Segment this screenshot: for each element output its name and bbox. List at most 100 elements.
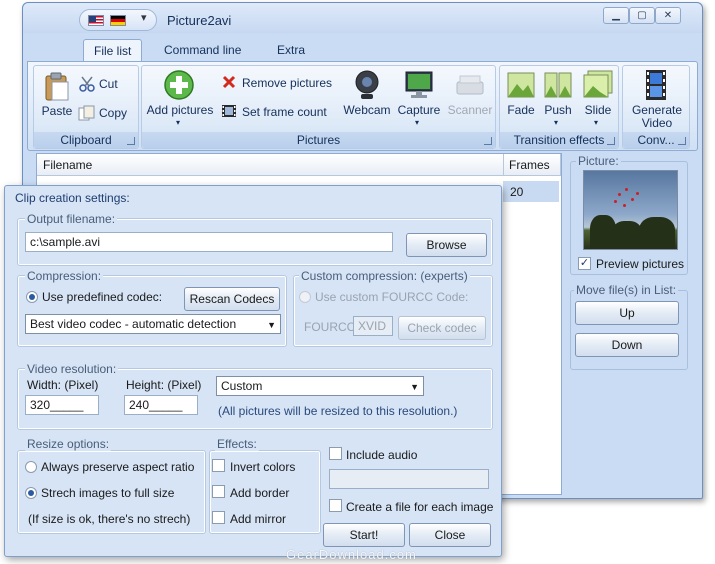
fade-button[interactable]: Fade — [503, 103, 539, 117]
film-strip-icon — [646, 70, 666, 100]
custom-fourcc-radio[interactable] — [299, 291, 311, 303]
fourcc-input[interactable]: XVID — [353, 316, 393, 336]
output-filename-input[interactable]: c:\sample.avi — [25, 232, 393, 252]
move-down-button[interactable]: Down — [575, 333, 679, 357]
include-audio-checkbox[interactable] — [329, 447, 342, 460]
copy-button[interactable]: Copy — [99, 106, 127, 120]
clipboard-label-text: Clipboard — [60, 133, 112, 147]
pictures-label-text: Pictures — [296, 133, 341, 147]
pictures-group-label: Pictures — [142, 132, 495, 148]
rescan-codecs-button[interactable]: Rescan Codecs — [184, 287, 280, 311]
slide-button[interactable]: Slide — [580, 103, 616, 117]
english-flag-icon[interactable] — [88, 15, 104, 26]
qat-dropdown-icon[interactable]: ▾ — [141, 11, 147, 24]
custom-compression-label: Custom compression: (experts) — [299, 269, 470, 283]
convert-group: Generate Video Conv... — [622, 65, 690, 149]
codec-select[interactable]: Best video codec - automatic detection ▼ — [25, 314, 281, 334]
pictures-launcher-icon[interactable] — [484, 137, 492, 145]
german-flag-icon[interactable] — [110, 15, 126, 26]
tab-command-line[interactable]: Command line — [154, 39, 251, 61]
fourcc-label: FOURCC: — [304, 320, 359, 334]
remove-pictures-button[interactable]: Remove pictures — [242, 76, 332, 90]
close-dialog-button[interactable]: Close — [409, 523, 491, 547]
start-button[interactable]: Start! — [323, 523, 405, 547]
audio-file-input[interactable] — [329, 469, 489, 489]
preview-pictures-label: Preview pictures — [596, 257, 685, 271]
resolution-preset-value: Custom — [221, 379, 263, 393]
capture-dropdown-icon[interactable]: ▾ — [415, 118, 419, 127]
paste-icon — [45, 72, 69, 101]
set-frame-count-button[interactable]: Set frame count — [242, 105, 327, 119]
predefined-codec-label: Use predefined codec: — [42, 290, 163, 304]
scissors-icon — [79, 76, 95, 92]
custom-fourcc-label: Use custom FOURCC Code: — [315, 290, 469, 304]
clipboard-launcher-icon[interactable] — [127, 137, 135, 145]
webcam-icon — [355, 70, 379, 99]
generate-line1: Generate — [631, 103, 683, 117]
invert-colors-checkbox[interactable] — [212, 459, 225, 472]
preserve-aspect-radio[interactable] — [25, 461, 37, 473]
add-border-checkbox[interactable] — [212, 485, 225, 498]
invert-colors-label: Invert colors — [230, 460, 296, 474]
film-frame-icon — [222, 105, 236, 117]
convert-group-label: Conv... — [623, 132, 689, 148]
paste-button[interactable]: Paste — [38, 104, 76, 118]
scanner-icon — [456, 75, 484, 95]
transitions-group-label: Transition effects — [500, 132, 618, 148]
predefined-codec-radio[interactable] — [26, 291, 38, 303]
convert-launcher-icon[interactable] — [678, 137, 686, 145]
convert-label-text: Conv... — [637, 133, 675, 147]
width-input[interactable]: 320_____ — [25, 395, 99, 415]
check-codec-button[interactable]: Check codec — [398, 316, 486, 340]
tab-file-list[interactable]: File list — [83, 39, 143, 61]
webcam-button[interactable]: Webcam — [343, 103, 391, 117]
move-up-button[interactable]: Up — [575, 301, 679, 325]
pictures-group: Add pictures ▾ Remove pictures Set frame… — [141, 65, 496, 149]
ribbon: Paste Cut Copy Clipboard Add pictures ▾ … — [27, 61, 698, 151]
resolution-hint: (All pictures will be resized to this re… — [218, 404, 458, 418]
push-button[interactable]: Push — [540, 103, 576, 117]
browse-button[interactable]: Browse — [406, 233, 487, 257]
preview-pictures-checkbox[interactable]: ✓ — [578, 257, 591, 270]
add-pictures-dropdown-icon[interactable]: ▾ — [176, 118, 180, 127]
scanner-button[interactable]: Scanner — [445, 103, 495, 117]
slide-dropdown-icon[interactable]: ▾ — [594, 118, 598, 127]
table-row[interactable]: 20 — [503, 181, 559, 202]
add-mirror-checkbox[interactable] — [212, 511, 225, 524]
clip-settings-dialog: Clip creation settings: Output filename:… — [4, 185, 502, 557]
transitions-group: Fade Push ▾ Slide ▾ Transition effects — [499, 65, 619, 149]
output-label: Output filename: — [25, 212, 118, 226]
cut-button[interactable]: Cut — [99, 77, 118, 91]
codec-select-value: Best video codec - automatic detection — [30, 317, 237, 331]
preview-image — [583, 170, 678, 250]
resolution-label: Video resolution: — [25, 362, 119, 376]
column-frames[interactable]: Frames — [509, 158, 550, 172]
height-input[interactable]: 240_____ — [124, 395, 198, 415]
capture-icon — [405, 71, 433, 98]
stretch-images-label: Strech images to full size — [41, 486, 175, 500]
chevron-down-icon: ▼ — [410, 382, 419, 392]
generate-line2: Video — [641, 116, 673, 130]
clipboard-group-label: Clipboard — [34, 132, 138, 148]
clipboard-group: Paste Cut Copy Clipboard — [33, 65, 139, 149]
generate-video-button[interactable]: Generate Video — [625, 103, 689, 130]
minimize-button[interactable]: ▁ — [603, 7, 629, 24]
column-filename[interactable]: Filename — [43, 158, 92, 172]
effects-label: Effects: — [215, 437, 259, 451]
stretch-note: (If size is ok, there's no strech) — [28, 512, 191, 526]
add-pictures-icon — [164, 70, 194, 100]
height-label: Height: (Pixel) — [126, 378, 202, 392]
transitions-launcher-icon[interactable] — [607, 137, 615, 145]
fade-icon — [507, 72, 535, 98]
maximize-button[interactable]: ▢ — [629, 7, 655, 24]
window-title: Picture2avi — [167, 13, 232, 28]
close-button[interactable]: ✕ — [655, 7, 681, 24]
push-dropdown-icon[interactable]: ▾ — [554, 118, 558, 127]
stretch-images-radio[interactable] — [25, 487, 37, 499]
file-per-image-checkbox[interactable] — [329, 499, 342, 512]
tab-extra[interactable]: Extra — [267, 39, 315, 61]
resolution-preset-select[interactable]: Custom ▼ — [216, 376, 424, 396]
add-pictures-button[interactable]: Add pictures — [146, 103, 214, 117]
capture-button[interactable]: Capture — [395, 103, 443, 117]
dialog-title: Clip creation settings: — [15, 191, 130, 205]
